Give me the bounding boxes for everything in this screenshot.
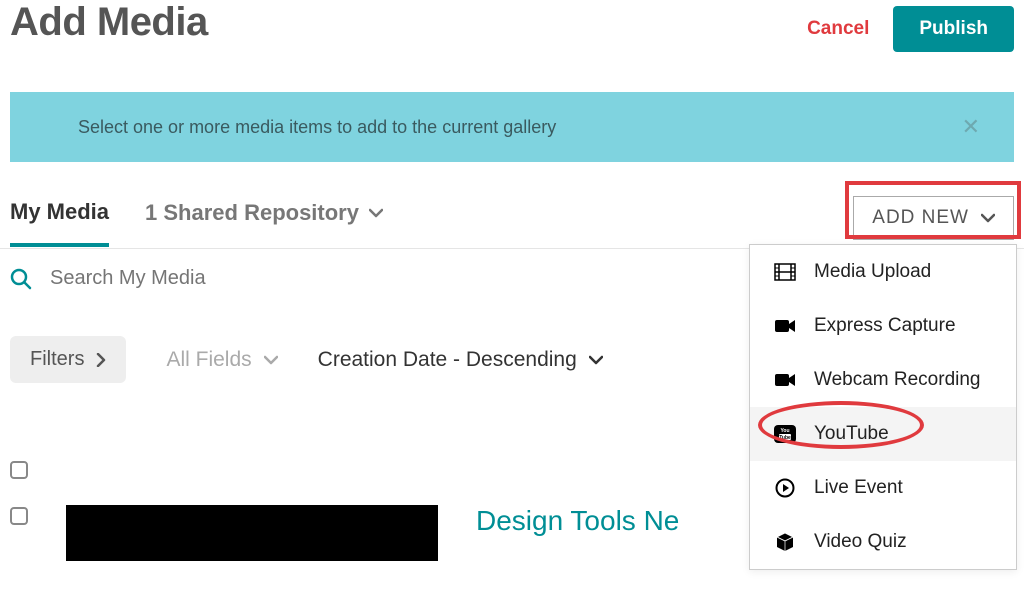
info-banner-text: Select one or more media items to add to… xyxy=(78,117,556,138)
tabs: My Media 1 Shared Repository xyxy=(10,199,383,246)
youtube-icon: YouTube xyxy=(774,423,796,445)
svg-text:Tube: Tube xyxy=(779,435,791,441)
menu-item-live-event[interactable]: Live Event xyxy=(750,461,1016,515)
filter-all-fields-label: All Fields xyxy=(166,348,251,372)
chevron-down-icon xyxy=(981,213,995,223)
cube-icon xyxy=(774,531,796,553)
publish-button[interactable]: Publish xyxy=(893,6,1014,52)
menu-item-label: Express Capture xyxy=(814,315,956,337)
filter-sort-label: Creation Date - Descending xyxy=(318,348,577,372)
info-banner: Select one or more media items to add to… xyxy=(10,92,1014,162)
tab-shared-repository[interactable]: 1 Shared Repository xyxy=(145,200,383,244)
add-new-label: ADD NEW xyxy=(872,207,969,229)
menu-item-express-capture[interactable]: Express Capture xyxy=(750,299,1016,353)
search-icon[interactable] xyxy=(10,268,32,290)
row-checkbox[interactable] xyxy=(10,461,28,479)
menu-item-label: Media Upload xyxy=(814,261,931,283)
tab-my-media[interactable]: My Media xyxy=(10,199,109,247)
tab-my-media-label: My Media xyxy=(10,199,109,225)
camera-icon xyxy=(774,315,796,337)
header: Add Media Cancel Publish xyxy=(0,0,1024,62)
menu-item-label: Video Quiz xyxy=(814,531,907,553)
media-title-link[interactable]: Design Tools Ne xyxy=(476,505,679,537)
film-icon xyxy=(774,261,796,283)
menu-item-label: Webcam Recording xyxy=(814,369,981,391)
cancel-button[interactable]: Cancel xyxy=(807,18,869,40)
page-title: Add Media xyxy=(10,0,208,45)
chevron-down-icon xyxy=(264,355,278,365)
video-thumbnail[interactable] xyxy=(66,505,438,561)
filter-all-fields[interactable]: All Fields xyxy=(166,348,277,372)
close-icon[interactable]: ✕ xyxy=(962,114,986,140)
add-new-button[interactable]: ADD NEW xyxy=(853,196,1014,240)
filter-sort[interactable]: Creation Date - Descending xyxy=(318,348,603,372)
menu-item-webcam-recording[interactable]: Webcam Recording xyxy=(750,353,1016,407)
filters-button-label: Filters xyxy=(30,348,84,371)
menu-item-label: YouTube xyxy=(814,423,889,445)
chevron-down-icon xyxy=(589,355,603,365)
play-circle-icon xyxy=(774,477,796,499)
menu-item-video-quiz[interactable]: Video Quiz xyxy=(750,515,1016,569)
search-input[interactable] xyxy=(50,267,450,290)
svg-text:You: You xyxy=(780,428,789,434)
chevron-down-icon xyxy=(369,208,383,218)
filters-button[interactable]: Filters xyxy=(10,336,126,383)
row-checkbox[interactable] xyxy=(10,507,28,525)
camera-icon xyxy=(774,369,796,391)
tab-shared-label: 1 Shared Repository xyxy=(145,200,359,226)
add-new-dropdown: Media Upload Express Capture Webcam Reco… xyxy=(749,244,1017,570)
chevron-right-icon xyxy=(96,353,106,367)
menu-item-youtube[interactable]: YouTube YouTube xyxy=(750,407,1016,461)
menu-item-label: Live Event xyxy=(814,477,903,499)
menu-item-media-upload[interactable]: Media Upload xyxy=(750,245,1016,299)
tab-row: My Media 1 Shared Repository ADD NEW xyxy=(0,196,1024,249)
header-actions: Cancel Publish xyxy=(807,0,1014,52)
